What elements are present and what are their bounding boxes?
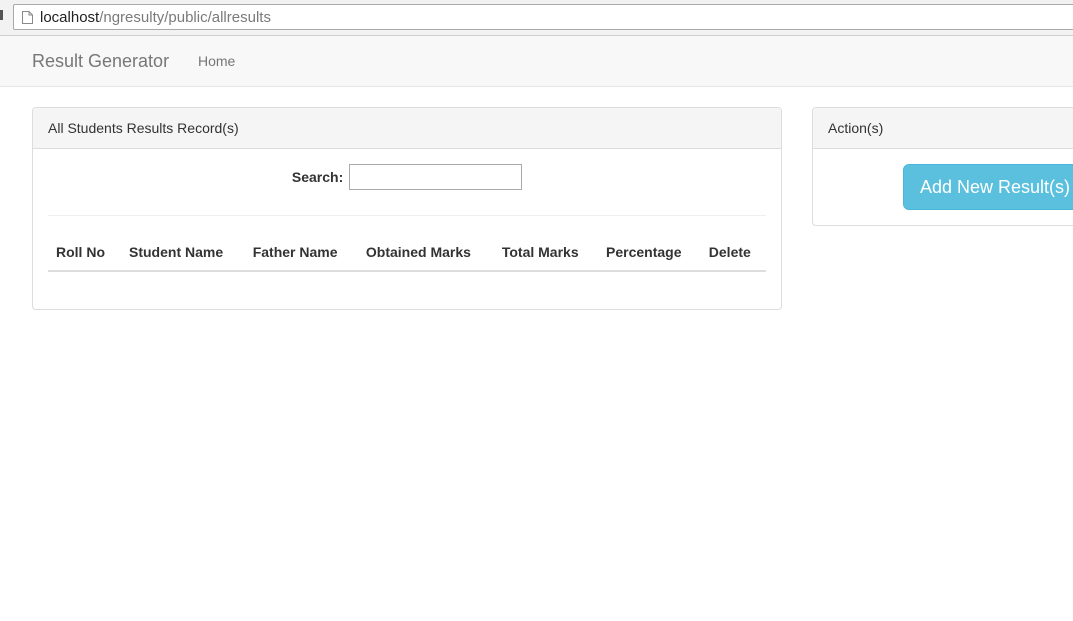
column-header-delete: Delete bbox=[700, 236, 766, 272]
column-header-obtained-marks[interactable]: Obtained Marks bbox=[357, 236, 494, 272]
navbar-brand[interactable]: Result Generator bbox=[32, 51, 169, 72]
search-input[interactable] bbox=[349, 164, 523, 190]
nav-link-home[interactable]: Home bbox=[198, 53, 235, 69]
search-label: Search: bbox=[291, 169, 344, 185]
url-path: /ngresulty/public/allresults bbox=[99, 9, 271, 26]
results-panel: All Students Results Record(s) Search: R… bbox=[32, 107, 782, 310]
column-header-student-name[interactable]: Student Name bbox=[121, 236, 245, 272]
table-header-row: Roll No Student Name Father Name Obtaine… bbox=[48, 236, 766, 272]
actions-panel-title: Action(s) bbox=[813, 108, 1073, 149]
navbar: Result Generator Home bbox=[0, 36, 1073, 87]
url-text: localhost/ngresulty/public/allresults bbox=[40, 9, 271, 26]
results-panel-title: All Students Results Record(s) bbox=[33, 108, 781, 149]
results-table: Roll No Student Name Father Name Obtaine… bbox=[48, 236, 766, 272]
search-row: Search: bbox=[33, 164, 781, 190]
url-field[interactable]: localhost/ngresulty/public/allresults bbox=[13, 4, 1073, 30]
column-header-total-marks[interactable]: Total Marks bbox=[493, 236, 599, 272]
column-header-percentage[interactable]: Percentage bbox=[598, 236, 701, 272]
url-host: localhost bbox=[40, 9, 100, 26]
column-header-roll-no[interactable]: Roll No bbox=[48, 236, 121, 272]
divider bbox=[48, 215, 766, 216]
column-header-father-name[interactable]: Father Name bbox=[244, 236, 358, 272]
browser-address-bar: localhost/ngresulty/public/allresults bbox=[0, 0, 1073, 36]
add-new-result-button[interactable]: Add New Result(s) bbox=[903, 164, 1073, 210]
page-icon bbox=[22, 11, 33, 24]
back-edge-icon bbox=[0, 10, 3, 20]
actions-panel: Action(s) Add New Result(s) bbox=[812, 107, 1073, 226]
